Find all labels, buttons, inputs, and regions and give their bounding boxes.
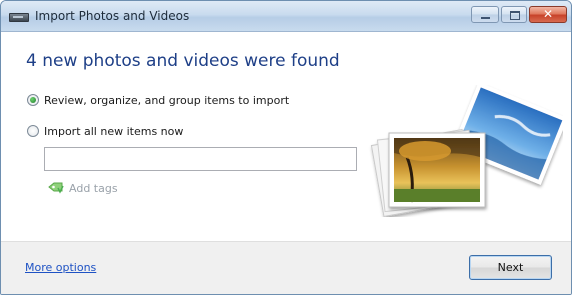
close-button[interactable]: ✕ (529, 6, 567, 23)
tag-input[interactable] (44, 147, 357, 171)
minimize-button[interactable] (471, 6, 499, 23)
close-icon: ✕ (542, 7, 554, 21)
maximize-icon (510, 11, 520, 20)
more-options-link[interactable]: More options (25, 261, 96, 274)
title-bar[interactable]: Import Photos and Videos ✕ (1, 1, 571, 32)
add-tags-link[interactable]: Add tags (47, 181, 118, 195)
radio-import-all[interactable] (27, 125, 39, 137)
option-import-all-label: Import all new items now (44, 124, 184, 138)
add-tags-label: Add tags (69, 181, 118, 195)
tag-icon (48, 182, 64, 194)
radio-review-organize[interactable] (27, 94, 39, 106)
import-dialog: Import Photos and Videos ✕ 4 new photos … (0, 0, 572, 295)
maximize-button[interactable] (501, 6, 527, 23)
photo-stack-illustration (370, 85, 563, 217)
minimize-icon (481, 17, 490, 19)
window-title: Import Photos and Videos (35, 9, 190, 23)
app-window-icon (9, 13, 29, 22)
option-review-organize-label: Review, organize, and group items to imp… (44, 93, 290, 107)
option-review-organize[interactable]: Review, organize, and group items to imp… (27, 92, 289, 108)
next-button[interactable]: Next (469, 255, 552, 280)
page-heading: 4 new photos and videos were found (26, 51, 340, 71)
option-import-all[interactable]: Import all new items now (27, 123, 183, 139)
dialog-footer: More options Next (1, 241, 571, 294)
